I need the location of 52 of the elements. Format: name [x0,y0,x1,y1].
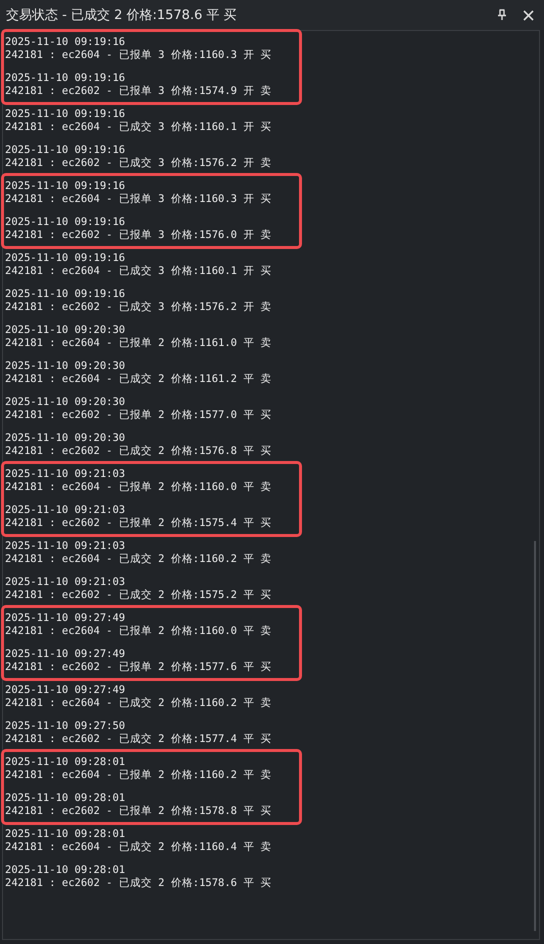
log-timestamp: 2025-11-10 09:19:16 [5,36,126,49]
log-timestamp: 2025-11-10 09:28:01 [5,864,126,877]
scrollbar[interactable] [534,541,536,931]
window-title: 交易状态 - 已成交 2 价格:1578.6 平 买 [6,7,237,24]
pin-icon [497,9,507,21]
log-timestamp: 2025-11-10 09:27:49 [5,648,126,661]
log-message: 242181 : ec2602 - 已成交 3 价格:1576.2 开 卖 [5,157,272,170]
log-timestamp: 2025-11-10 09:21:03 [5,540,126,553]
log-timestamp: 2025-11-10 09:27:50 [5,720,126,733]
log-timestamp: 2025-11-10 09:21:03 [5,468,126,481]
log-message: 242181 : ec2604 - 已报单 2 价格:1160.0 平 卖 [5,625,272,638]
log-timestamp: 2025-11-10 09:19:16 [5,108,126,121]
log-message: 242181 : ec2604 - 已报单 3 价格:1160.3 开 买 [5,193,272,206]
log-timestamp: 2025-11-10 09:28:01 [5,756,126,769]
log-timestamp: 2025-11-10 09:19:16 [5,252,126,265]
log-message: 242181 : ec2602 - 已报单 2 价格:1578.8 平 买 [5,805,272,818]
log-timestamp: 2025-11-10 09:19:16 [5,180,126,193]
log-message: 242181 : ec2602 - 已成交 3 价格:1576.2 开 卖 [5,301,272,314]
log-timestamp: 2025-11-10 09:28:01 [5,828,126,841]
log-message: 242181 : ec2602 - 已成交 2 价格:1575.2 平 买 [5,589,272,602]
log-timestamp: 2025-11-10 09:20:30 [5,396,126,409]
log-timestamp: 2025-11-10 09:20:30 [5,360,126,373]
log-message: 242181 : ec2602 - 已报单 2 价格:1575.4 平 买 [5,517,272,530]
log-timestamp: 2025-11-10 09:20:30 [5,324,126,337]
log-message: 242181 : ec2602 - 已报单 3 价格:1576.0 开 卖 [5,229,272,242]
log-message: 242181 : ec2604 - 已成交 2 价格:1160.2 平 卖 [5,697,272,710]
log-message: 242181 : ec2604 - 已报单 3 价格:1160.3 开 买 [5,49,272,62]
log-timestamp: 2025-11-10 09:27:49 [5,612,126,625]
log-timestamp: 2025-11-10 09:19:16 [5,72,126,85]
log-message: 242181 : ec2604 - 已报单 2 价格:1160.2 平 卖 [5,769,272,782]
log-timestamp: 2025-11-10 09:27:49 [5,684,126,697]
log-message: 242181 : ec2604 - 已成交 3 价格:1160.1 开 买 [5,121,272,134]
log-message: 242181 : ec2602 - 已成交 2 价格:1577.4 平 买 [5,733,272,746]
log-message: 242181 : ec2604 - 已报单 2 价格:1160.0 平 卖 [5,481,272,494]
log-timestamp: 2025-11-10 09:21:03 [5,576,126,589]
log-timestamp: 2025-11-10 09:19:16 [5,144,126,157]
log-message: 242181 : ec2602 - 已成交 2 价格:1578.6 平 买 [5,877,272,890]
log-timestamp: 2025-11-10 09:21:03 [5,504,126,517]
log-message: 242181 : ec2602 - 已报单 2 价格:1577.0 平 买 [5,409,272,422]
log-message: 242181 : ec2602 - 已报单 3 价格:1574.9 开 卖 [5,85,272,98]
log-message: 242181 : ec2604 - 已报单 2 价格:1161.0 平 卖 [5,337,272,350]
log-timestamp: 2025-11-10 09:19:16 [5,288,126,301]
log-message: 242181 : ec2602 - 已成交 2 价格:1576.8 平 买 [5,445,272,458]
log-message: 242181 : ec2604 - 已成交 2 价格:1161.2 平 卖 [5,373,272,386]
log-timestamp: 2025-11-10 09:28:01 [5,792,126,805]
log-message: 242181 : ec2604 - 已成交 2 价格:1160.4 平 卖 [5,841,272,854]
log-message: 242181 : ec2604 - 已成交 2 价格:1160.2 平 卖 [5,553,272,566]
log-message: 242181 : ec2604 - 已成交 3 价格:1160.1 开 买 [5,265,272,278]
log-timestamp: 2025-11-10 09:20:30 [5,432,126,445]
close-icon [523,10,534,20]
log-message: 242181 : ec2602 - 已报单 2 价格:1577.6 平 买 [5,661,272,674]
log-timestamp: 2025-11-10 09:19:16 [5,216,126,229]
